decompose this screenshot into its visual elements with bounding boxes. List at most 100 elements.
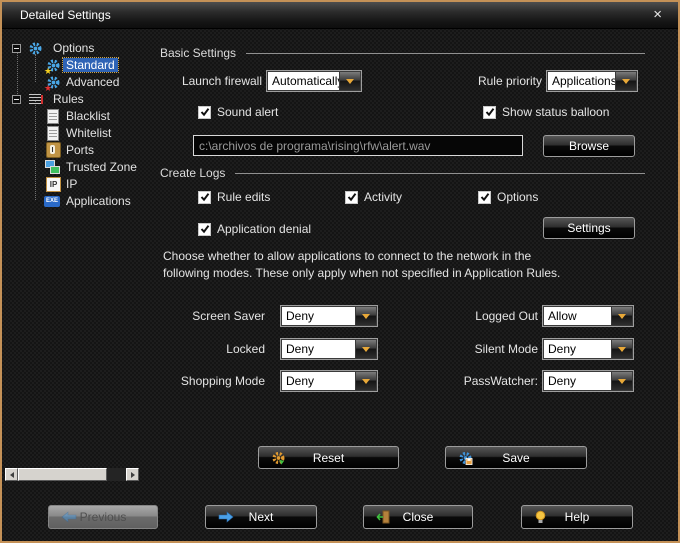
rule-priority-label: Rule priority <box>477 74 542 88</box>
chevron-down-icon <box>618 313 626 319</box>
button-label: Help <box>564 510 590 524</box>
button-label: Settings <box>567 221 611 235</box>
tree-item-label: Standard <box>62 57 119 73</box>
ip-badge-icon: IP <box>46 176 61 192</box>
tree-item-label: Whitelist <box>66 126 112 140</box>
selected-value: Deny <box>282 372 355 390</box>
checkbox-label: Sound alert <box>217 105 279 119</box>
rule-priority-select[interactable]: Applications <box>546 70 638 92</box>
tree-item-ip[interactable]: IP IP <box>2 176 80 192</box>
basic-settings-header: Basic Settings <box>160 46 645 60</box>
checkbox-checked-icon[interactable] <box>478 190 491 204</box>
exe-badge-icon: EXE <box>44 195 60 207</box>
application-denial-checkbox-row[interactable]: Application denial <box>198 222 311 236</box>
chevron-down-icon <box>618 346 626 352</box>
gear-star-yellow-icon: ★ <box>44 58 61 75</box>
tree-item-whitelist[interactable]: Whitelist <box>2 125 114 141</box>
previous-button[interactable]: Previous <box>48 505 158 529</box>
checkbox-label: Rule edits <box>217 190 271 204</box>
tree-item-applications[interactable]: EXE Applications <box>2 193 134 209</box>
modes-description-line1: Choose whether to allow applications to … <box>163 249 532 263</box>
checkbox-checked-icon[interactable] <box>198 190 211 204</box>
chevron-down-icon <box>346 78 354 84</box>
button-label: Close <box>402 510 434 524</box>
tree-item-trusted-zone[interactable]: Trusted Zone <box>2 159 140 175</box>
checkbox-checked-icon[interactable] <box>483 105 496 119</box>
shopping-mode-select[interactable]: Deny <box>280 370 378 392</box>
locked-label: Locked <box>226 342 265 356</box>
reset-button[interactable]: Reset <box>258 446 399 469</box>
status-balloon-checkbox-row[interactable]: Show status balloon <box>483 105 609 119</box>
close-icon[interactable]: × <box>653 6 662 23</box>
tree-item-blacklist[interactable]: Blacklist <box>2 108 113 124</box>
button-label: Reset <box>312 450 345 465</box>
locked-select[interactable]: Deny <box>280 338 378 360</box>
window-title: Detailed Settings <box>20 8 111 22</box>
activity-checkbox-row[interactable]: Activity <box>345 190 402 204</box>
dropdown-button[interactable] <box>356 372 376 390</box>
tree-item-ports[interactable]: Ports <box>2 142 97 158</box>
detailed-settings-dialog: Detailed Settings × Options ★ Standard ★… <box>0 0 680 543</box>
dropdown-button[interactable] <box>356 307 376 325</box>
alert-sound-path-input[interactable] <box>193 135 523 156</box>
chevron-down-icon <box>622 78 630 84</box>
collapse-toggle-icon[interactable] <box>12 94 21 104</box>
tree-horizontal-scrollbar[interactable] <box>5 468 139 481</box>
checkbox-label: Activity <box>364 190 403 204</box>
scroll-left-icon[interactable] <box>5 468 18 481</box>
checkbox-checked-icon[interactable] <box>345 190 358 204</box>
gear-icon <box>28 41 43 56</box>
selected-value: Automatically <box>268 72 339 90</box>
silent-mode-select[interactable]: Deny <box>542 338 634 360</box>
next-button[interactable]: Next <box>205 505 317 529</box>
collapse-toggle-icon[interactable] <box>12 43 21 53</box>
button-label: Next <box>248 510 274 524</box>
gear-star-red-icon: ★ <box>44 75 61 92</box>
dropdown-button[interactable] <box>612 372 632 390</box>
tree-item-advanced[interactable]: ★ Advanced <box>2 74 122 92</box>
button-label: Previous <box>79 510 127 524</box>
close-button[interactable]: Close <box>363 505 473 529</box>
rule-edits-checkbox-row[interactable]: Rule edits <box>198 190 270 204</box>
scrollbar-thumb[interactable] <box>18 468 107 481</box>
screen-saver-label: Screen Saver <box>192 309 265 323</box>
title-bar: Detailed Settings × <box>2 2 678 29</box>
save-button[interactable]: Save <box>445 446 587 469</box>
log-settings-button[interactable]: Settings <box>543 217 635 239</box>
selected-value: Deny <box>544 340 611 358</box>
passwatcher-select[interactable]: Deny <box>542 370 634 392</box>
tree-item-label: Rules <box>53 92 84 106</box>
selected-value: Deny <box>282 307 355 325</box>
checkbox-checked-icon[interactable] <box>198 222 211 236</box>
launch-firewall-label: Launch firewall <box>181 74 262 88</box>
checkbox-checked-icon[interactable] <box>198 105 211 119</box>
tree-item-label: Options <box>53 41 95 55</box>
reset-gear-icon <box>271 450 286 465</box>
screen-saver-select[interactable]: Deny <box>280 305 378 327</box>
options-checkbox-row[interactable]: Options <box>478 190 538 204</box>
dropdown-button[interactable] <box>612 307 632 325</box>
scroll-right-icon[interactable] <box>126 468 139 481</box>
lightbulb-icon <box>534 510 547 524</box>
tree-item-options[interactable]: Options <box>2 40 97 56</box>
checkbox-label: Options <box>497 190 539 204</box>
chevron-down-icon <box>362 346 370 352</box>
sound-alert-checkbox-row[interactable]: Sound alert <box>198 105 278 119</box>
selected-value: Allow <box>544 307 611 325</box>
browse-button[interactable]: Browse <box>543 135 635 157</box>
logged-out-label: Logged Out <box>475 309 538 323</box>
tree-item-standard[interactable]: ★ Standard <box>2 57 119 75</box>
logged-out-select[interactable]: Allow <box>542 305 634 327</box>
tree-item-rules[interactable]: Rules <box>2 91 87 107</box>
dropdown-button[interactable] <box>356 340 376 358</box>
arrow-left-icon <box>61 511 77 523</box>
scrollbar-track[interactable] <box>18 468 126 481</box>
dropdown-button[interactable] <box>612 340 632 358</box>
dropdown-button[interactable] <box>340 72 360 90</box>
save-icon <box>458 450 473 465</box>
exit-door-icon <box>376 510 391 524</box>
tree-item-label: Advanced <box>66 75 120 89</box>
help-button[interactable]: Help <box>521 505 633 529</box>
dropdown-button[interactable] <box>616 72 636 90</box>
launch-firewall-select[interactable]: Automatically <box>266 70 362 92</box>
